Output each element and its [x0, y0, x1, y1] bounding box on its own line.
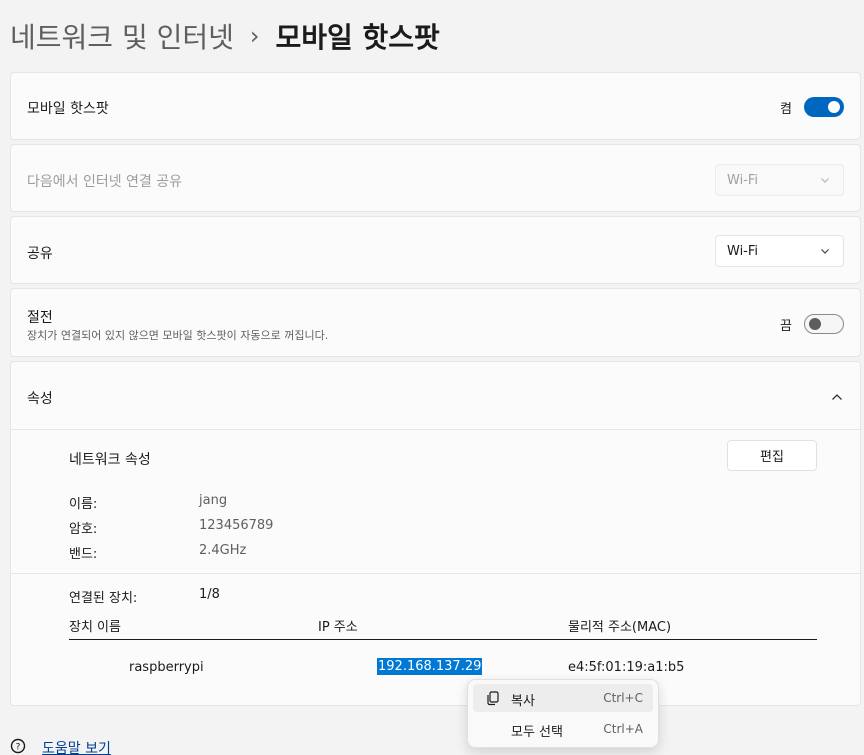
- context-menu-item-select-all[interactable]: 모두 선택 Ctrl+A: [473, 715, 653, 743]
- field-value-password: 123456789: [199, 518, 274, 533]
- share-over-dropdown[interactable]: Wi-Fi: [715, 235, 844, 267]
- column-header-device-name: 장치 이름: [69, 620, 121, 635]
- field-key-name: 이름:: [69, 497, 98, 512]
- help-row[interactable]: ? 도움말 보기: [10, 738, 111, 755]
- context-menu: 복사 Ctrl+C 모두 선택 Ctrl+A: [467, 679, 659, 748]
- power-saving-card: 절전 장치가 연결되어 있지 않으면 모바일 핫스팟이 자동으로 꺼집니다. 끔: [10, 288, 861, 357]
- breadcrumb-separator-icon: ›: [249, 22, 260, 50]
- hotspot-label: 모바일 핫스팟: [27, 101, 109, 117]
- field-key-band: 밴드:: [69, 547, 98, 562]
- field-value-band: 2.4GHz: [199, 543, 247, 558]
- hotspot-toggle[interactable]: [804, 97, 844, 117]
- hotspot-card: 모바일 핫스팟 켬: [10, 72, 861, 140]
- selected-ip-text[interactable]: 192.168.137.29: [377, 658, 483, 675]
- context-menu-shortcut: Ctrl+C: [603, 691, 643, 705]
- svg-text:?: ?: [16, 743, 21, 753]
- share-from-value: Wi-Fi: [727, 172, 759, 188]
- properties-header[interactable]: 속성: [11, 362, 860, 430]
- share-from-card: 다음에서 인터넷 연결 공유 Wi-Fi: [10, 144, 861, 212]
- help-link[interactable]: 도움말 보기: [42, 738, 111, 755]
- network-properties-label: 네트워크 속성: [69, 452, 151, 468]
- column-header-ip: IP 주소: [318, 620, 358, 635]
- context-menu-label: 복사: [511, 694, 535, 709]
- toggle-knob: [809, 318, 821, 330]
- page-title: 모바일 핫스팟: [275, 21, 440, 54]
- connected-devices-label: 연결된 장치:: [69, 591, 138, 606]
- hotspot-toggle-group[interactable]: 켬: [780, 97, 844, 117]
- help-icon: ?: [10, 738, 26, 755]
- field-value-name: jang: [199, 493, 228, 508]
- breadcrumb: 네트워크 및 인터넷 › 모바일 핫스팟: [10, 14, 440, 58]
- edit-button[interactable]: 편집: [727, 440, 817, 471]
- context-menu-shortcut: Ctrl+A: [603, 722, 643, 736]
- mac-cell: e4:5f:01:19:a1:b5: [568, 660, 685, 675]
- share-from-label: 다음에서 인터넷 연결 공유: [27, 174, 183, 190]
- share-over-value: Wi-Fi: [727, 243, 759, 259]
- share-from-dropdown[interactable]: Wi-Fi: [715, 164, 844, 196]
- share-over-card: 공유 Wi-Fi: [10, 216, 861, 284]
- properties-label: 속성: [27, 391, 53, 407]
- power-saving-description: 장치가 연결되어 있지 않으면 모바일 핫스팟이 자동으로 꺼집니다.: [27, 329, 329, 342]
- table-header-divider: [69, 639, 817, 640]
- ip-cell[interactable]: 192.168.137.29: [377, 658, 483, 675]
- power-saving-toggle[interactable]: [804, 314, 844, 334]
- chevron-up-icon[interactable]: [830, 389, 844, 408]
- power-saving-state-text: 끔: [780, 318, 792, 334]
- connected-devices-count: 1/8: [199, 587, 220, 602]
- power-saving-toggle-group[interactable]: 끔: [780, 314, 844, 334]
- column-header-mac: 물리적 주소(MAC): [568, 620, 672, 635]
- chevron-down-icon: [819, 174, 831, 190]
- toggle-knob: [828, 101, 840, 113]
- hotspot-state-text: 켬: [780, 101, 792, 117]
- properties-card: 속성 네트워크 속성 편집 이름: jang 암호: 123456789 밴드:…: [10, 361, 861, 706]
- context-menu-item-copy[interactable]: 복사 Ctrl+C: [473, 684, 653, 712]
- share-over-label: 공유: [27, 246, 53, 262]
- chevron-down-icon: [819, 245, 831, 261]
- device-name-cell: raspberrypi: [129, 660, 204, 675]
- copy-icon: [485, 690, 501, 710]
- power-saving-label: 절전: [27, 310, 53, 326]
- divider: [11, 573, 860, 574]
- context-menu-label: 모두 선택: [511, 725, 563, 740]
- breadcrumb-parent[interactable]: 네트워크 및 인터넷: [10, 16, 234, 56]
- field-key-password: 암호:: [69, 522, 98, 537]
